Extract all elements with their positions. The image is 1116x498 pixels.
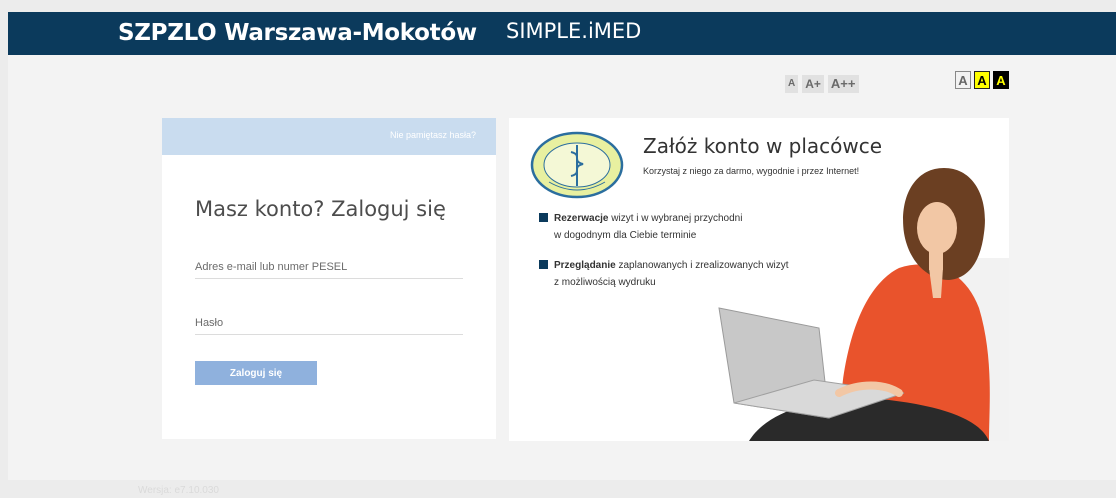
feature-bold: Rezerwacje bbox=[554, 213, 609, 224]
font-size-larger-button[interactable]: A+ bbox=[802, 75, 824, 93]
font-size-largest-button[interactable]: A++ bbox=[827, 75, 859, 93]
feature-bold: Przeglądanie bbox=[554, 260, 616, 271]
top-header-bar: SZPZLO Warszawa-Mokotów SIMPLE.iMED bbox=[8, 12, 1116, 55]
contrast-normal-button[interactable]: A bbox=[955, 71, 971, 89]
square-bullet-icon bbox=[539, 213, 548, 222]
login-panel: Nie pamiętasz hasła? Masz konto? Zaloguj… bbox=[162, 118, 496, 439]
font-size-controls: A A+ A++ bbox=[785, 73, 859, 93]
contrast-black-button[interactable]: A bbox=[993, 71, 1009, 89]
woman-with-laptop-illustration bbox=[718, 168, 1009, 441]
footer: Wersja: e7.10.030 bbox=[8, 480, 1116, 498]
password-input[interactable] bbox=[195, 312, 463, 335]
contrast-yellow-button[interactable]: A bbox=[974, 71, 990, 89]
product-name: SIMPLE.iMED bbox=[506, 19, 642, 43]
login-panel-header: Nie pamiętasz hasła? bbox=[162, 118, 496, 155]
promo-panel: Załóż konto w placówce Korzystaj z niego… bbox=[509, 118, 1009, 441]
version-text: Wersja: e7.10.030 bbox=[138, 485, 219, 496]
font-size-normal-button[interactable]: A bbox=[785, 75, 799, 93]
forgot-password-link[interactable]: Nie pamiętasz hasła? bbox=[390, 130, 476, 140]
clinic-name: SZPZLO Warszawa-Mokotów bbox=[118, 20, 477, 46]
login-title: Masz konto? Zaloguj się bbox=[195, 197, 446, 221]
email-or-pesel-input[interactable] bbox=[195, 256, 463, 279]
clinic-logo-icon bbox=[530, 131, 624, 199]
login-button[interactable]: Zaloguj się bbox=[195, 361, 317, 385]
contrast-controls: A A A bbox=[955, 71, 1009, 89]
square-bullet-icon bbox=[539, 260, 548, 269]
